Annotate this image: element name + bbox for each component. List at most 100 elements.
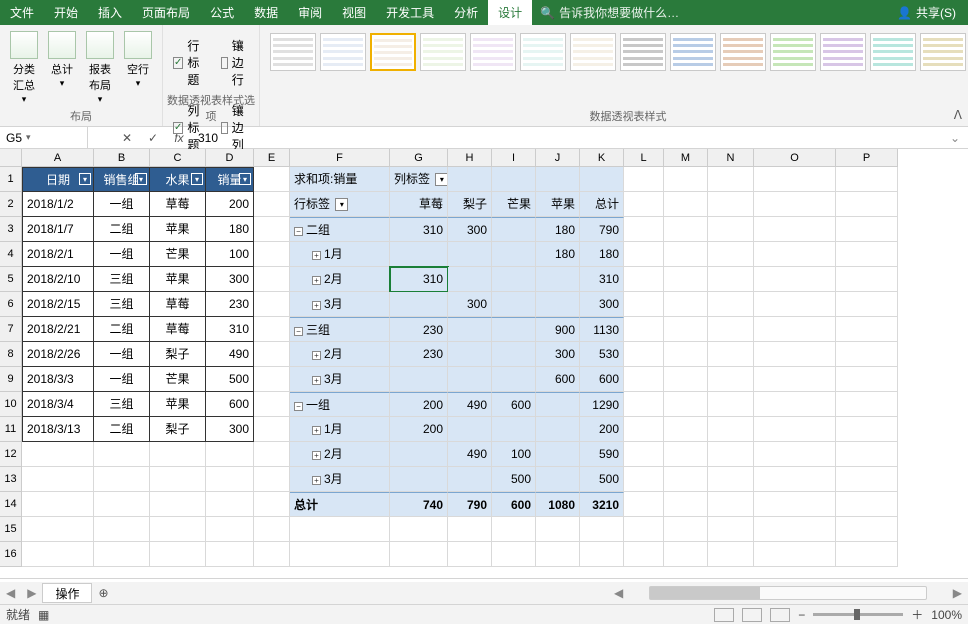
sheet-nav-prev[interactable]: ◀	[0, 586, 21, 600]
table-cell[interactable]: 2018/2/1	[22, 242, 94, 267]
style-thumb[interactable]	[520, 33, 566, 71]
pivot-value[interactable]	[492, 342, 536, 367]
cell[interactable]	[624, 192, 664, 217]
cell[interactable]	[664, 442, 708, 467]
pivot-value[interactable]: 300	[536, 342, 580, 367]
pivot-value[interactable]: 100	[492, 442, 536, 467]
cell[interactable]	[708, 392, 754, 417]
cell[interactable]	[254, 467, 290, 492]
cell[interactable]	[754, 417, 836, 442]
cell[interactable]	[254, 267, 290, 292]
cell[interactable]	[254, 242, 290, 267]
cell[interactable]	[492, 542, 536, 567]
row-header[interactable]: 11	[0, 417, 22, 442]
title-tab-1[interactable]: 开始	[44, 0, 88, 25]
cell[interactable]	[708, 467, 754, 492]
sheet-nav-next[interactable]: ▶	[21, 586, 42, 600]
cell[interactable]	[624, 467, 664, 492]
col-header[interactable]: A	[22, 149, 94, 167]
cell[interactable]	[664, 417, 708, 442]
cell[interactable]	[708, 442, 754, 467]
table-cell[interactable]: 300	[206, 417, 254, 442]
pivot-value[interactable]	[492, 317, 536, 342]
col-header[interactable]: P	[836, 149, 898, 167]
cell[interactable]	[664, 317, 708, 342]
cell[interactable]	[836, 342, 898, 367]
formula-input[interactable]: 310	[192, 127, 942, 148]
pivot-value[interactable]	[492, 217, 536, 242]
table-cell[interactable]: 2018/1/2	[22, 192, 94, 217]
pivot-value[interactable]	[448, 317, 492, 342]
cell[interactable]	[22, 542, 94, 567]
cell[interactable]	[448, 517, 492, 542]
table-cell[interactable]: 310	[206, 317, 254, 342]
row-header[interactable]: 15	[0, 517, 22, 542]
cell[interactable]	[836, 267, 898, 292]
pivot-value[interactable]: 900	[536, 317, 580, 342]
cell[interactable]	[390, 542, 448, 567]
cell[interactable]	[836, 417, 898, 442]
table-cell[interactable]: 500	[206, 367, 254, 392]
pivot-value[interactable]: 3210	[580, 492, 624, 517]
zoom-out-button[interactable]: −	[798, 608, 805, 622]
pivot-value[interactable]: 790	[580, 217, 624, 242]
cell[interactable]	[754, 242, 836, 267]
pivot-value[interactable]: 310	[580, 267, 624, 292]
title-tab-10[interactable]: 设计	[488, 0, 532, 25]
cell[interactable]	[150, 542, 206, 567]
table-header[interactable]: 水果▾	[150, 167, 206, 192]
cell[interactable]	[836, 542, 898, 567]
row-header[interactable]: 8	[0, 342, 22, 367]
col-header[interactable]: H	[448, 149, 492, 167]
pivot-value[interactable]	[492, 267, 536, 292]
reportlayout-button[interactable]: 报表布局	[82, 29, 118, 107]
cell[interactable]	[624, 542, 664, 567]
pivot-value[interactable]	[390, 467, 448, 492]
cells-area[interactable]: 日期▾销售组▾水果▾销量▾求和项:销量列标签 ▾2018/1/2一组草莓200行…	[22, 167, 898, 567]
pivot-value[interactable]: 500	[492, 467, 536, 492]
style-thumb[interactable]	[770, 33, 816, 71]
cell[interactable]	[708, 317, 754, 342]
cell[interactable]	[836, 442, 898, 467]
table-cell[interactable]: 二组	[94, 317, 150, 342]
title-tab-5[interactable]: 数据	[244, 0, 288, 25]
table-header[interactable]: 销量▾	[206, 167, 254, 192]
page-layout-view-button[interactable]	[742, 608, 762, 622]
pivot-value[interactable]: 590	[580, 442, 624, 467]
pivot-col-cat[interactable]: 草莓	[390, 192, 448, 217]
pivot-subgroup[interactable]: +2月	[290, 267, 390, 292]
cell[interactable]	[624, 442, 664, 467]
cell[interactable]	[664, 292, 708, 317]
cell[interactable]	[290, 517, 390, 542]
cell[interactable]	[754, 167, 836, 192]
cell[interactable]	[754, 442, 836, 467]
cell[interactable]	[754, 492, 836, 517]
cell[interactable]	[754, 342, 836, 367]
tell-me-box[interactable]: 🔍 告诉我你想要做什么…	[532, 0, 687, 25]
style-thumb[interactable]	[620, 33, 666, 71]
pivot-value[interactable]	[536, 267, 580, 292]
pivot-value[interactable]	[536, 442, 580, 467]
sheet-tab-active[interactable]: 操作	[42, 583, 92, 603]
pivot-value[interactable]: 1130	[580, 317, 624, 342]
style-thumb[interactable]	[920, 33, 966, 71]
col-header[interactable]: G	[390, 149, 448, 167]
pivot-col-cat[interactable]: 梨子	[448, 192, 492, 217]
pivot-value[interactable]	[492, 242, 536, 267]
collapse-ribbon-icon[interactable]: ᐱ	[954, 108, 962, 122]
row-header[interactable]: 16	[0, 542, 22, 567]
cell[interactable]	[664, 467, 708, 492]
cell[interactable]	[150, 442, 206, 467]
cell[interactable]	[580, 542, 624, 567]
pivot-value[interactable]	[448, 342, 492, 367]
row-header[interactable]: 9	[0, 367, 22, 392]
pivot-value[interactable]	[492, 292, 536, 317]
cell[interactable]	[836, 242, 898, 267]
pivot-subgroup[interactable]: +3月	[290, 367, 390, 392]
pivot-col-cat[interactable]: 苹果	[536, 192, 580, 217]
hscroll-right[interactable]: ▶	[947, 586, 968, 600]
pivot-value[interactable]: 600	[492, 492, 536, 517]
table-cell[interactable]: 三组	[94, 267, 150, 292]
table-cell[interactable]: 180	[206, 217, 254, 242]
cell[interactable]	[254, 167, 290, 192]
